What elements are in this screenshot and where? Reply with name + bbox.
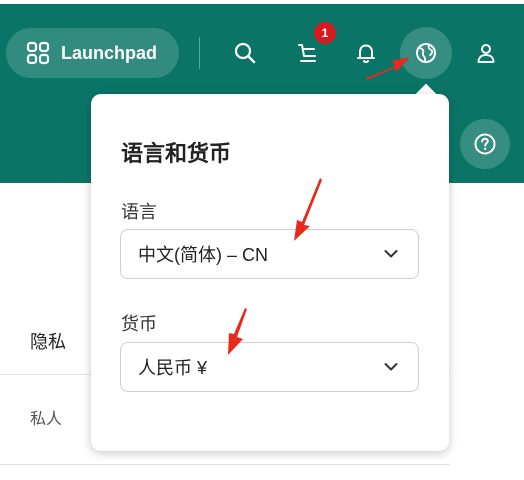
language-selected-value: 中文(简体) – CN	[138, 245, 268, 265]
chevron-down-icon	[384, 250, 398, 258]
account-button[interactable]	[462, 29, 510, 77]
popover-title: 语言和货币	[121, 142, 232, 167]
cart-count-badge: 1	[314, 22, 336, 44]
search-button[interactable]	[221, 29, 269, 77]
globe-icon	[416, 43, 436, 63]
cart-icon	[298, 44, 316, 62]
help-icon	[474, 133, 496, 155]
launchpad-button[interactable]: Launchpad	[6, 28, 179, 78]
currency-selected-value: 人民币 ¥	[138, 358, 208, 378]
user-icon	[477, 44, 495, 63]
help-button[interactable]	[460, 119, 510, 169]
header-divider	[199, 37, 200, 69]
notifications-button[interactable]	[342, 29, 390, 77]
bell-icon	[357, 44, 375, 63]
grid-icon	[26, 41, 50, 65]
currency-select[interactable]: 人民币 ¥	[120, 342, 419, 392]
privacy-column-header: 隐私	[30, 332, 66, 353]
language-label: 语言	[121, 202, 157, 223]
language-currency-popover: 语言和货币 语言 中文(简体) – CN 货币 人民币 ¥	[91, 94, 449, 451]
chevron-down-icon	[384, 363, 398, 371]
launchpad-label: Launchpad	[61, 42, 158, 63]
privacy-cell: 私人	[30, 409, 63, 428]
search-icon	[234, 42, 256, 64]
language-currency-button[interactable]	[400, 27, 452, 79]
language-select[interactable]: 中文(简体) – CN	[120, 229, 419, 279]
currency-label: 货币	[121, 314, 157, 335]
top-edge-strip	[0, 0, 524, 4]
table-divider	[0, 464, 450, 465]
